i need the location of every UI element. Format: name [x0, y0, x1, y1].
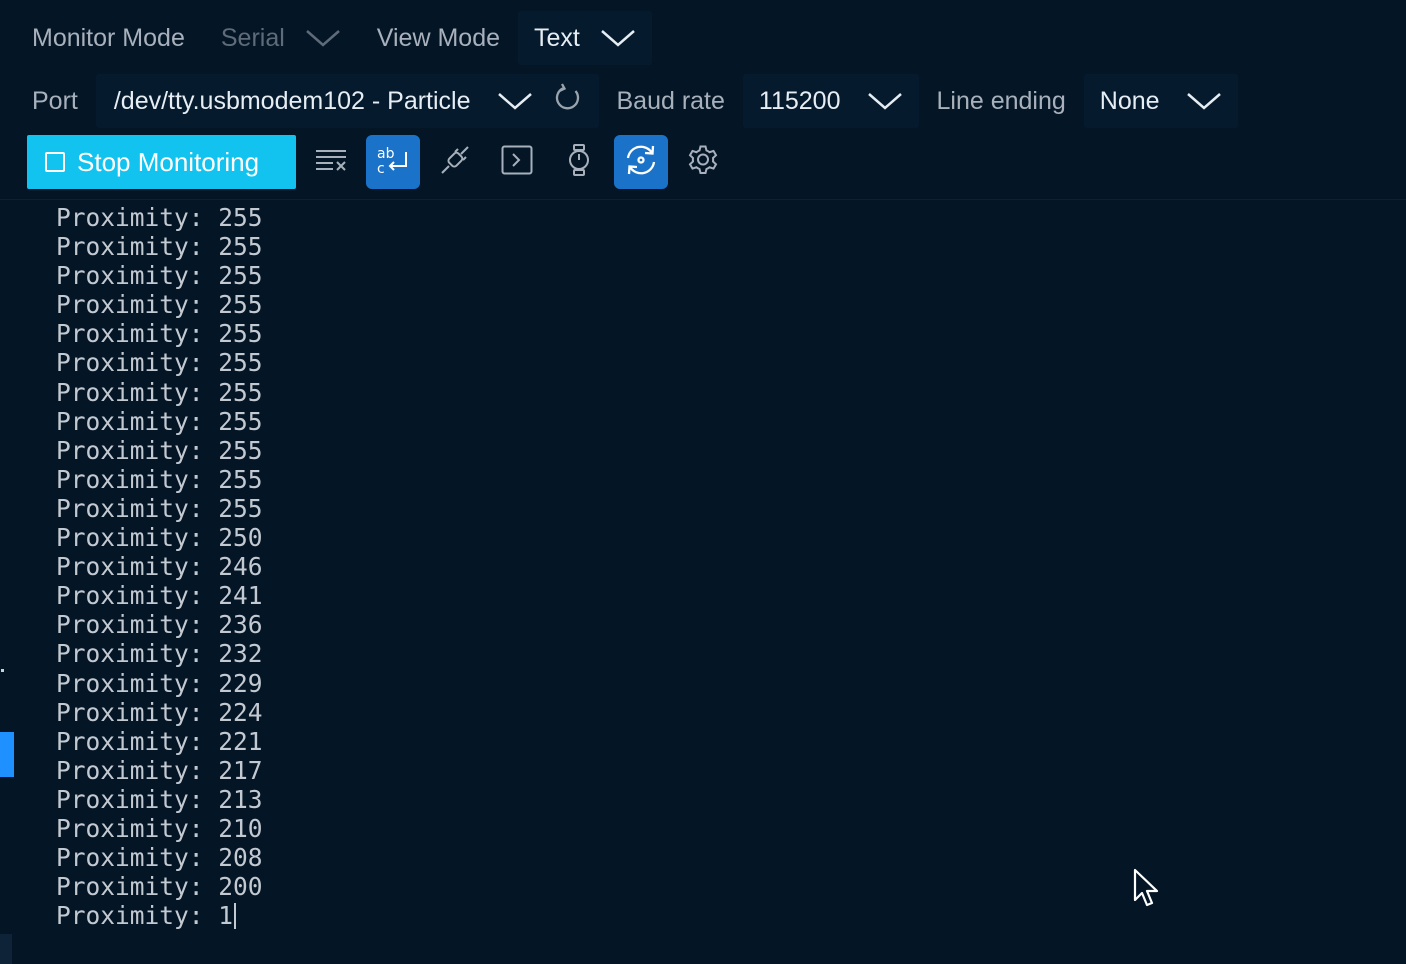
baud-rate-select[interactable]: 115200 [742, 74, 919, 128]
output-line: Proximity: 208 [56, 843, 263, 873]
stop-monitoring-button[interactable]: Stop Monitoring [27, 135, 296, 189]
baud-rate-label: Baud rate [616, 86, 725, 115]
output-line: Proximity: 250 [56, 523, 263, 553]
timestamp-button[interactable] [552, 135, 606, 189]
monitor-mode-select[interactable]: Serial [205, 11, 357, 65]
connect-plug-icon [439, 144, 471, 181]
settings-gear-icon [686, 143, 720, 182]
chevron-down-icon [305, 28, 341, 48]
mode-row: Monitor Mode Serial View Mode Text [0, 8, 652, 68]
clear-output-button[interactable] [304, 135, 358, 189]
output-line: Proximity: 255 [56, 464, 263, 494]
view-mode-value: Text [534, 23, 580, 52]
chevron-down-icon [1186, 91, 1222, 111]
view-mode-label: View Mode [376, 23, 500, 52]
output-line: Proximity: 255 [56, 290, 263, 320]
chevron-down-icon [867, 91, 903, 111]
stop-monitoring-label: Stop Monitoring [77, 146, 260, 177]
word-wrap-toggle[interactable]: ab c [366, 135, 420, 189]
output-line: Proximity: 255 [56, 261, 263, 291]
serial-output[interactable]: Proximity: 255 Proximity: 255 Proximity: 2… [56, 203, 263, 930]
output-line: Proximity: 210 [56, 813, 263, 843]
word-wrap-icon: ab c [376, 144, 410, 181]
output-line: Proximity: 255 [56, 348, 263, 378]
monitor-mode-label: Monitor Mode [32, 23, 185, 52]
serial-monitor-panel: Monitor Mode Serial View Mode Text Port … [0, 0, 1406, 964]
text-caret [234, 903, 237, 930]
connect-button[interactable] [428, 135, 482, 189]
connection-row: Port /dev/tty.usbmodem102 - Particle Bau… [0, 72, 1238, 130]
output-line: Proximity: 255 [56, 377, 263, 407]
mouse-pointer-icon [1133, 868, 1161, 913]
output-line: Proximity: 255 [56, 435, 263, 465]
svg-text:ab: ab [377, 146, 395, 162]
output-line: Proximity: 221 [56, 726, 263, 756]
output-line: Proximity: 241 [56, 581, 263, 611]
view-mode-select[interactable]: Text [518, 11, 652, 65]
output-line: Proximity: 255 [56, 406, 263, 436]
refresh-ports-icon[interactable] [553, 82, 583, 120]
output-line-partial: Proximity: 1 [56, 901, 234, 931]
output-line: Proximity: 213 [56, 784, 263, 814]
chevron-down-icon [600, 28, 636, 48]
terminal-icon [501, 145, 533, 180]
gutter-dot [1, 669, 4, 672]
stop-square-icon [45, 152, 65, 172]
active-panel-marker [0, 732, 14, 777]
output-line: Proximity: 255 [56, 203, 263, 232]
output-line: Proximity: 255 [56, 319, 263, 349]
baud-rate-value: 115200 [758, 86, 841, 115]
output-line: Proximity: 200 [56, 872, 263, 902]
chevron-down-icon [497, 91, 533, 111]
scrollbar-thumb[interactable] [0, 934, 12, 964]
output-line: Proximity: 217 [56, 755, 263, 785]
output-line: Proximity: 255 [56, 493, 263, 523]
output-line: Proximity: 224 [56, 697, 263, 727]
terminal-button[interactable] [490, 135, 544, 189]
output-line-current: Proximity: 1 [56, 901, 263, 930]
timestamp-stopwatch-icon [566, 143, 592, 181]
settings-button[interactable] [676, 135, 730, 189]
output-line: Proximity: 246 [56, 552, 263, 582]
line-ending-value: None [1099, 86, 1160, 115]
output-line: Proximity: 255 [56, 232, 263, 262]
output-line: Proximity: 236 [56, 610, 263, 640]
output-line: Proximity: 232 [56, 639, 263, 669]
clear-output-icon [315, 147, 347, 178]
auto-reconnect-toggle[interactable] [614, 135, 668, 189]
output-line: Proximity: 229 [56, 668, 263, 698]
monitor-mode-value: Serial [220, 23, 285, 52]
port-value: /dev/tty.usbmodem102 - Particle [113, 86, 471, 115]
line-ending-select[interactable]: None [1083, 74, 1238, 128]
monitor-toolbar: Stop Monitoring ab c [27, 135, 730, 189]
line-ending-label: Line ending [936, 86, 1066, 115]
auto-reconnect-icon [624, 144, 658, 181]
port-label: Port [32, 86, 78, 115]
port-select[interactable]: /dev/tty.usbmodem102 - Particle [95, 74, 599, 128]
svg-text:c: c [377, 161, 385, 176]
toolbar-divider [0, 199, 1406, 200]
